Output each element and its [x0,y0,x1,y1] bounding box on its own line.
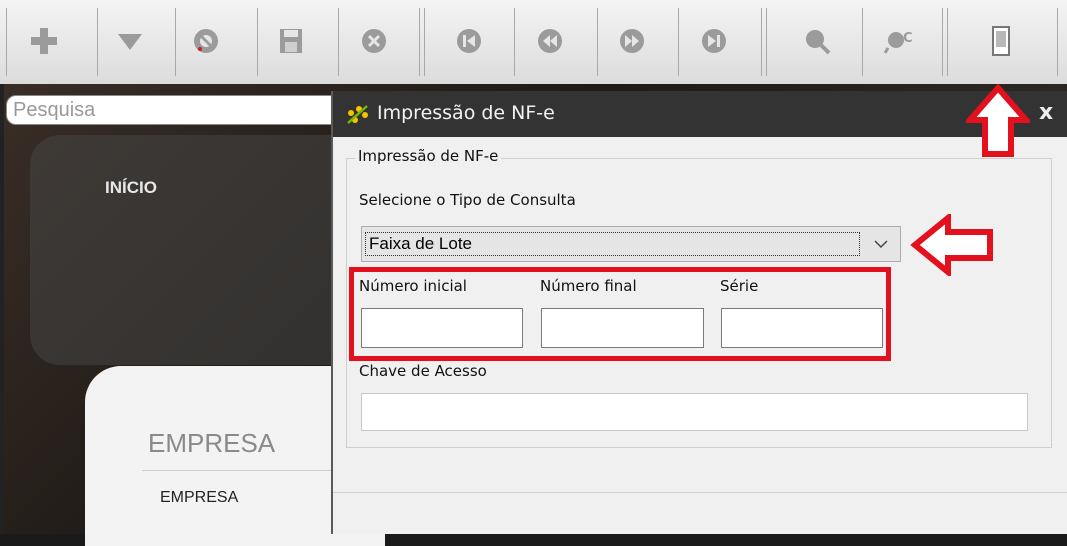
advanced-search-button[interactable]: C [884,24,918,58]
toolbar-separator [419,8,425,76]
annotation-arrow-up-icon [966,84,1030,157]
last-record-icon [702,29,726,53]
svg-text:C: C [903,31,913,46]
toolbar-separator [175,8,176,76]
toolbar-separator [862,8,863,76]
dropdown-icon [118,34,142,50]
previous-record-button[interactable] [533,24,567,58]
chave-acesso-label: Chave de Acesso [359,362,487,380]
print-icon [992,26,1010,56]
next-record-icon [620,29,644,53]
last-record-button[interactable] [697,24,731,58]
annotation-highlight-box [349,267,891,361]
chevron-down-icon[interactable] [862,227,900,261]
cancel-button[interactable] [189,24,223,58]
app-logo-icon [343,103,371,131]
first-record-button[interactable] [452,24,486,58]
nav-home-link[interactable]: INÍCIO [105,178,157,198]
next-record-button[interactable] [615,24,649,58]
add-icon [31,28,57,54]
menu-item-empresa[interactable]: EMPRESA [160,489,238,507]
group-title: Impressão de NF-e [355,147,502,165]
query-type-label: Selecione o Tipo de Consulta [359,191,576,209]
first-record-icon [457,29,481,53]
search-button[interactable] [800,24,834,58]
query-type-value: Faixa de Lote [365,232,860,256]
close-button[interactable]: x [1039,100,1053,125]
previous-record-icon [538,29,562,53]
toolbar-separator [597,8,598,76]
toolbar: C [0,0,1067,85]
toolbar-separator [514,8,515,76]
toolbar-separator [942,8,948,76]
delete-button[interactable] [357,24,391,58]
toolbar-separator [257,8,258,76]
search-icon [806,30,831,55]
annotation-arrow-left-icon [910,214,993,276]
toolbar-separator [1057,8,1058,76]
chave-acesso-input[interactable] [361,393,1028,431]
save-icon [280,29,302,53]
toolbar-separator [678,8,679,76]
add-button[interactable] [27,24,61,58]
toolbar-separator [338,8,339,76]
advanced-search-icon: C [884,31,913,54]
main-menu-panel [30,135,370,365]
dialog-title: Impressão de NF-e [377,102,555,124]
toolbar-separator [97,8,98,76]
search-input[interactable]: Pesquisa [6,95,346,125]
save-button[interactable] [274,24,308,58]
cancel-icon [194,29,218,53]
dialog-titlebar[interactable]: Impressão de NF-e x [333,91,1067,137]
print-button[interactable] [984,24,1018,58]
left-edge [0,84,4,534]
toolbar-separator [6,8,7,76]
toolbar-separator [761,8,767,76]
section-heading: EMPRESA [148,428,276,458]
query-type-select[interactable]: Faixa de Lote [361,226,901,262]
delete-icon [362,29,386,53]
dialog-footer-divider [333,492,1067,493]
dropdown-button[interactable] [113,24,147,58]
